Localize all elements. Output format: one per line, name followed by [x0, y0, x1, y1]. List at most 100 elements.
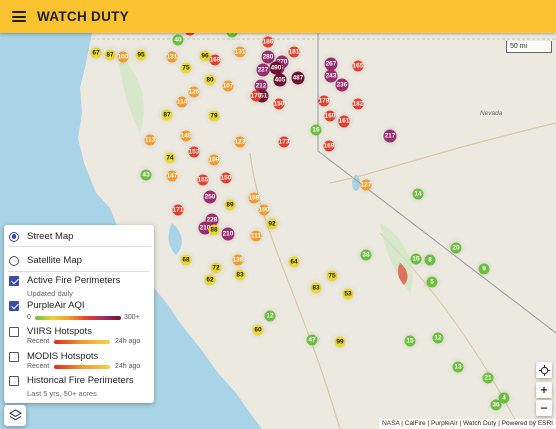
aqi-sensor-marker[interactable]: 68 — [180, 254, 192, 266]
aqi-sensor-marker[interactable]: 138 — [232, 254, 244, 266]
aqi-sensor-marker[interactable]: 74 — [164, 152, 176, 164]
aqi-sensor-marker[interactable]: 4 — [498, 392, 510, 404]
aqi-sensor-marker[interactable]: 16 — [310, 124, 322, 136]
aqi-sensor-marker[interactable]: 75 — [326, 270, 338, 282]
aqi-sensor-marker[interactable]: 210 — [221, 227, 235, 241]
aqi-sensor-marker[interactable]: 95 — [135, 49, 147, 61]
aqi-sensor-marker[interactable]: 75 — [180, 62, 192, 74]
aqi-sensor-marker[interactable]: 405 — [273, 73, 287, 87]
street-map-radio[interactable] — [9, 231, 19, 242]
aqi-sensor-marker[interactable]: 123 — [234, 136, 246, 148]
aqi-sensor-marker[interactable]: 169 — [323, 140, 335, 152]
aqi-sensor-marker[interactable]: 67 — [90, 47, 102, 59]
aqi-sensor-marker[interactable]: 80 — [204, 74, 216, 86]
historical-checkbox[interactable] — [9, 375, 19, 386]
aqi-sensor-marker[interactable]: 12 — [432, 332, 444, 344]
aqi-sensor-marker[interactable]: 168 — [209, 54, 221, 66]
aqi-sensor-marker[interactable]: 145 — [180, 130, 192, 142]
layer-option-viirs[interactable]: VIIRS Hotspots — [4, 326, 154, 337]
aqi-sensor-marker[interactable]: 147 — [166, 170, 178, 182]
zoom-out-button[interactable]: − — [536, 400, 552, 416]
aqi-sensor-marker[interactable]: 87 — [104, 49, 116, 61]
aqi-sensor-marker[interactable]: 99 — [334, 336, 346, 348]
aqi-sensor-marker[interactable]: 227 — [256, 63, 270, 77]
aqi-sensor-marker[interactable]: 8 — [424, 254, 436, 266]
aqi-sensor-marker[interactable]: 12 — [264, 310, 276, 322]
layer-option-satellite-map[interactable]: Satellite Map — [4, 255, 154, 266]
aqi-sensor-marker[interactable]: 217 — [383, 129, 397, 143]
aqi-sensor-marker[interactable]: 53 — [342, 288, 354, 300]
aqi-sensor-marker[interactable]: 109 — [208, 154, 220, 166]
layers-toggle-button[interactable] — [4, 405, 26, 426]
aqi-sensor-marker[interactable]: 131 — [166, 51, 178, 63]
aqi-sensor-marker[interactable]: 62 — [204, 274, 216, 286]
aqi-sensor-marker[interactable]: 161 — [338, 115, 350, 127]
layer-option-purpleair[interactable]: PurpleAir AQI — [4, 300, 154, 311]
aqi-sensor-marker[interactable]: 92 — [266, 218, 278, 230]
hamburger-menu-icon[interactable] — [12, 11, 26, 22]
modis-checkbox[interactable] — [9, 351, 19, 362]
layer-option-active-fire[interactable]: Active Fire Perimeters — [4, 275, 154, 286]
aqi-sensor-marker[interactable]: 171 — [172, 204, 184, 216]
aqi-sensor-marker[interactable]: 186 — [262, 36, 274, 48]
aqi-sensor-marker[interactable]: 89 — [224, 199, 236, 211]
layers-icon — [8, 409, 22, 421]
aqi-sensor-marker[interactable]: 126 — [188, 86, 200, 98]
aqi-sensor-marker[interactable]: 170 — [250, 90, 262, 102]
aqi-sensor-marker[interactable]: 100 — [117, 51, 129, 63]
aqi-sensor-marker[interactable]: 13 — [452, 361, 464, 373]
aqi-sensor-marker[interactable]: 83 — [234, 269, 246, 281]
aqi-sensor-marker[interactable]: 173 — [278, 136, 290, 148]
viirs-checkbox[interactable] — [9, 326, 19, 337]
aqi-sensor-marker[interactable]: 60 — [252, 324, 264, 336]
aqi-sensor-marker[interactable]: 20 — [450, 242, 462, 254]
aqi-sensor-marker[interactable]: 150 — [220, 172, 232, 184]
aqi-sensor-marker[interactable]: 182 — [352, 98, 364, 110]
aqi-sensor-marker[interactable]: 114 — [176, 96, 188, 108]
aqi-sensor-marker[interactable]: 487 — [291, 71, 305, 85]
aqi-sensor-marker[interactable]: 113 — [144, 134, 156, 146]
layer-option-street-map[interactable]: Street Map — [4, 231, 154, 242]
aqi-sensor-marker[interactable]: 83 — [310, 282, 322, 294]
aqi-sensor-marker[interactable]: 150 — [273, 98, 285, 110]
aqi-sensor-marker[interactable]: 9 — [478, 263, 490, 275]
aqi-sensor-marker[interactable]: 250 — [203, 190, 217, 204]
modis-recent-label: Recent — [27, 363, 50, 370]
aqi-sensor-marker[interactable]: 181 — [288, 46, 300, 58]
aqi-sensor-marker[interactable]: 236 — [335, 78, 349, 92]
zoom-in-button[interactable]: + — [536, 382, 552, 398]
aqi-sensor-marker[interactable]: 178 — [318, 95, 330, 107]
aqi-sensor-marker[interactable]: 131 — [234, 46, 246, 58]
aqi-sensor-marker[interactable]: 43 — [140, 169, 152, 181]
viirs-recent-label: Recent — [27, 338, 50, 345]
purpleair-checkbox[interactable] — [9, 300, 19, 311]
aqi-sensor-marker[interactable]: 87 — [161, 109, 173, 121]
aqi-sensor-marker[interactable]: 14 — [412, 188, 424, 200]
aqi-sensor-marker[interactable]: 47 — [306, 334, 318, 346]
aqi-sensor-marker[interactable]: 64 — [288, 256, 300, 268]
satellite-map-radio[interactable] — [9, 255, 19, 266]
aqi-sensor-marker[interactable]: 155 — [197, 174, 209, 186]
layer-option-historical[interactable]: Historical Fire Perimeters — [4, 375, 154, 386]
aqi-sensor-marker[interactable]: 88 — [208, 224, 220, 236]
aqi-sensor-marker[interactable]: 5 — [426, 276, 438, 288]
layer-option-modis[interactable]: MODIS Hotspots — [4, 351, 154, 362]
active-fire-checkbox[interactable] — [9, 275, 19, 286]
aqi-sensor-marker[interactable]: 100 — [258, 204, 270, 216]
aqi-sensor-marker[interactable]: 153 — [188, 146, 200, 158]
aqi-sensor-marker[interactable]: 165 — [352, 60, 364, 72]
aqi-sensor-marker[interactable]: 40 — [172, 34, 184, 46]
aqi-sensor-marker[interactable]: 72 — [210, 262, 222, 274]
aqi-sensor-marker[interactable]: 107 — [222, 80, 234, 92]
aqi-sensor-marker[interactable]: 38 — [360, 249, 372, 261]
aqi-sensor-marker[interactable]: 21 — [482, 372, 494, 384]
aqi-sensor-marker[interactable]: 15 — [404, 335, 416, 347]
locate-me-button[interactable] — [536, 362, 552, 378]
aqi-sensor-marker[interactable]: 108 — [248, 192, 260, 204]
aqi-sensor-marker[interactable]: 160 — [324, 110, 336, 122]
app-header: WATCH DUTY — [0, 0, 556, 33]
aqi-sensor-marker[interactable]: 16 — [410, 253, 422, 265]
aqi-sensor-marker[interactable]: 111 — [250, 230, 262, 242]
aqi-sensor-marker[interactable]: 79 — [208, 110, 220, 122]
aqi-sensor-marker[interactable]: 127 — [360, 179, 372, 191]
